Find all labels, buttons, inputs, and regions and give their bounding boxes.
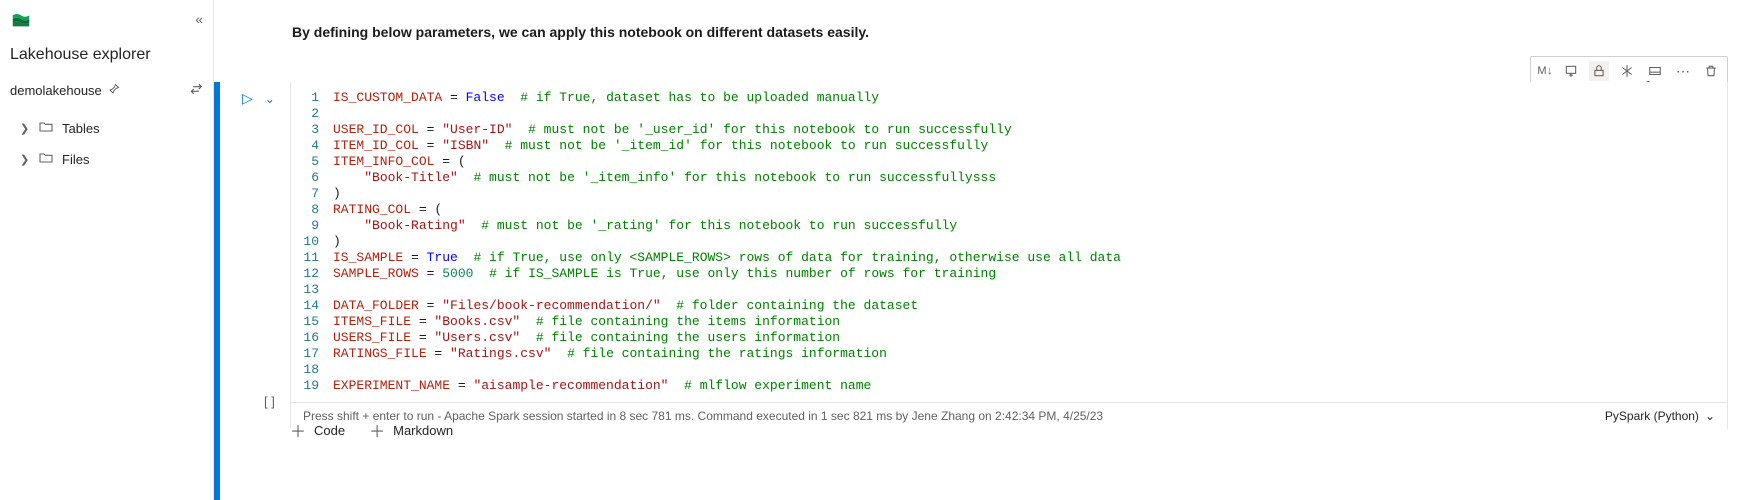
delete-cell-button[interactable] [1701, 61, 1721, 81]
kernel-selector[interactable]: PySpark (Python) ⌄ [1605, 409, 1715, 423]
active-cell-indicator [214, 82, 220, 500]
freeze-cell-button[interactable] [1617, 61, 1637, 81]
swap-icon[interactable] [189, 82, 203, 99]
line-number: 12 [303, 266, 333, 282]
line-number: 15 [303, 314, 333, 330]
run-menu-button[interactable]: ⌄ [265, 90, 275, 107]
code-line[interactable]: 6 "Book-Title" # must not be '_item_info… [303, 170, 1715, 186]
sidebar: « Lakehouse explorer demolakehouse ❯ Tab… [0, 0, 214, 500]
line-number: 4 [303, 138, 333, 154]
add-code-label: Code [314, 423, 345, 438]
sidebar-item-files[interactable]: ❯ Files [10, 144, 213, 175]
add-markdown-cell-button[interactable]: ＋ Markdown [369, 418, 453, 442]
line-number: 1 [303, 90, 333, 106]
code-line[interactable]: 16USERS_FILE = "Users.csv" # file contai… [303, 330, 1715, 346]
code-line[interactable]: 3USER_ID_COL = "User-ID" # must not be '… [303, 122, 1715, 138]
plus-icon: ＋ [290, 418, 306, 442]
convert-to-markdown-button[interactable]: M↓ [1537, 61, 1553, 81]
code-line[interactable]: 1IS_CUSTOM_DATA = False # if True, datas… [303, 90, 1715, 106]
add-markdown-label: Markdown [393, 423, 453, 438]
folder-icon [38, 150, 54, 169]
sidebar-title: Lakehouse explorer [0, 32, 213, 74]
chevron-down-icon: ⌄ [1705, 409, 1715, 423]
lakehouse-selector[interactable]: demolakehouse [0, 74, 213, 107]
code-line[interactable]: 15ITEMS_FILE = "Books.csv" # file contai… [303, 314, 1715, 330]
code-line[interactable]: 17RATINGS_FILE = "Ratings.csv" # file co… [303, 346, 1715, 362]
more-options-button[interactable]: ⋯ [1673, 61, 1693, 81]
code-line[interactable]: 13 [303, 282, 1715, 298]
code-line[interactable]: 5ITEM_INFO_COL = ( [303, 154, 1715, 170]
main-area: By defining below parameters, we can app… [214, 0, 1756, 500]
code-line[interactable]: 19EXPERIMENT_NAME = "aisample-recommenda… [303, 378, 1715, 394]
line-number: 14 [303, 298, 333, 314]
add-cell-below-button[interactable] [1561, 61, 1581, 81]
collapse-sidebar-icon[interactable]: « [195, 11, 203, 27]
line-number: 10 [303, 234, 333, 250]
code-line[interactable]: 18 [303, 362, 1715, 378]
pin-icon[interactable] [108, 83, 120, 98]
line-number: 5 [303, 154, 333, 170]
line-number: 6 [303, 170, 333, 186]
folder-icon [38, 119, 54, 138]
code-line[interactable]: 11IS_SAMPLE = True # if True, use only <… [303, 250, 1715, 266]
chevron-right-icon: ❯ [20, 122, 30, 135]
line-number: 2 [303, 106, 333, 122]
code-line[interactable]: 12SAMPLE_ROWS = 5000 # if IS_SAMPLE is T… [303, 266, 1715, 282]
line-number: 9 [303, 218, 333, 234]
execution-count: [ ] [264, 394, 275, 409]
line-number: 19 [303, 378, 333, 394]
chevron-right-icon: ❯ [20, 153, 30, 166]
sidebar-item-label: Files [62, 152, 89, 167]
code-line[interactable]: 14DATA_FOLDER = "Files/book-recommendati… [303, 298, 1715, 314]
run-cell-button[interactable]: ▷ [242, 90, 253, 107]
code-line[interactable]: 2 [303, 106, 1715, 122]
code-editor[interactable]: 1IS_CUSTOM_DATA = False # if True, datas… [290, 82, 1727, 402]
code-line[interactable]: 10) [303, 234, 1715, 250]
line-number: 18 [303, 362, 333, 378]
code-line[interactable]: 9 "Book-Rating" # must not be '_rating' … [303, 218, 1715, 234]
cell-status-bar: Press shift + enter to run - Apache Spar… [290, 402, 1727, 429]
code-line[interactable]: 7) [303, 186, 1715, 202]
toggle-output-button[interactable] [1645, 61, 1665, 81]
line-number: 13 [303, 282, 333, 298]
sidebar-item-label: Tables [62, 121, 100, 136]
add-code-cell-button[interactable]: ＋ Code [290, 418, 345, 442]
lakehouse-logo-icon [10, 8, 32, 30]
line-number: 7 [303, 186, 333, 202]
line-number: 16 [303, 330, 333, 346]
line-number: 8 [303, 202, 333, 218]
line-number: 17 [303, 346, 333, 362]
kernel-name: PySpark (Python) [1605, 409, 1699, 423]
lakehouse-name: demolakehouse [10, 83, 102, 98]
plus-icon: ＋ [369, 418, 385, 442]
code-cell[interactable]: ▷ ⌄ [ ] 1IS_CUSTOM_DATA = False # if Tru… [222, 82, 1728, 429]
line-number: 3 [303, 122, 333, 138]
lock-cell-button[interactable] [1589, 61, 1609, 81]
code-line[interactable]: 4ITEM_ID_COL = "ISBN" # must not be '_it… [303, 138, 1715, 154]
sidebar-tree: ❯ Tables ❯ Files [0, 107, 213, 175]
line-number: 11 [303, 250, 333, 266]
code-line[interactable]: 8RATING_COL = ( [303, 202, 1715, 218]
markdown-heading: By defining below parameters, we can app… [214, 0, 1756, 40]
sidebar-item-tables[interactable]: ❯ Tables [10, 113, 213, 144]
